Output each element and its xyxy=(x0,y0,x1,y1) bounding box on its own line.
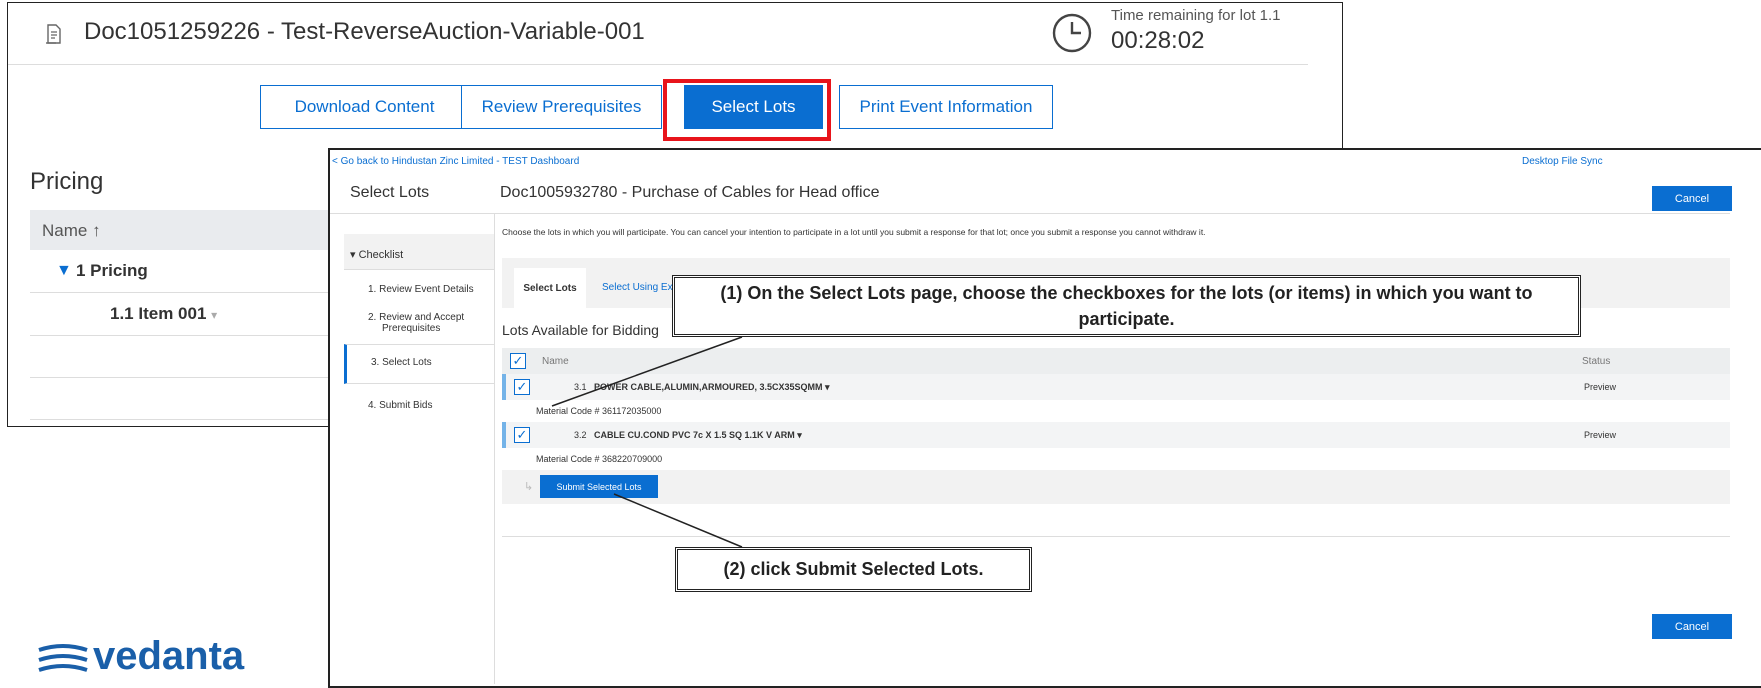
lots-table-header: ✓ Name Status xyxy=(502,348,1730,374)
lot-number: 3.2 xyxy=(574,430,587,440)
table-row xyxy=(30,336,350,378)
table-row[interactable]: ✓ 3.1 POWER CABLE,ALUMIN,ARMOURED, 3.5CX… xyxy=(502,374,1730,400)
cancel-button-top[interactable]: Cancel xyxy=(1652,186,1732,211)
chevron-down-icon[interactable]: ▾ xyxy=(211,308,217,322)
checklist-item-select-lots[interactable]: 3. Select Lots xyxy=(344,344,494,384)
event-title-bar: Doc1051259226 - Test-ReverseAuction-Vari… xyxy=(8,3,1308,65)
back-to-dashboard-link[interactable]: < Go back to Hindustan Zinc Limited - TE… xyxy=(332,156,579,167)
table-row[interactable]: ✓ 3.2 CABLE CU.COND PVC 7c X 1.5 SQ 1.1K… xyxy=(502,422,1730,448)
sidebar-divider xyxy=(494,214,495,684)
table-row xyxy=(30,378,350,420)
logo-mark-icon xyxy=(38,644,88,672)
table-row-pricing[interactable]: ▼ 1 Pricing xyxy=(30,250,350,293)
select-all-checkbox[interactable]: ✓ xyxy=(510,353,526,369)
expand-caret-icon[interactable]: ▼ xyxy=(56,262,72,280)
print-event-information-button[interactable]: Print Event Information xyxy=(839,85,1053,129)
lot-status: Preview xyxy=(1584,382,1617,392)
download-content-button[interactable]: Download Content xyxy=(260,85,469,129)
callout-step-2: (2) click Submit Selected Lots. xyxy=(675,547,1032,592)
vedanta-logo: vedanta xyxy=(35,634,275,679)
document-edit-icon xyxy=(46,24,61,44)
submit-selected-lots-button[interactable]: Submit Selected Lots xyxy=(540,475,658,498)
name-header-label: Name ↑ xyxy=(42,221,101,240)
page-header: Select Lots Doc1005932780 - Purchase of … xyxy=(330,172,1730,214)
divider xyxy=(502,536,1730,537)
checklist-item-submit-bids[interactable]: 4. Submit Bids xyxy=(344,400,494,411)
tab-select-lots[interactable]: Select Lots xyxy=(514,268,586,308)
item-row-label: 1.1 Item 001 xyxy=(110,304,207,323)
instructions-text: Choose the lots in which you will partic… xyxy=(502,227,1206,237)
material-code: Material Code # 361172035000 xyxy=(536,406,662,416)
select-lots-highlight xyxy=(663,79,831,141)
document-title: Doc1005932780 - Purchase of Cables for H… xyxy=(500,184,880,201)
logo-text: vedanta xyxy=(93,634,245,678)
lot-checkbox[interactable]: ✓ xyxy=(514,379,530,395)
checklist-heading[interactable]: ▾ Checklist xyxy=(344,234,494,270)
event-title: Doc1051259226 - Test-ReverseAuction-Vari… xyxy=(84,18,645,45)
name-column-header[interactable]: Name ↑ xyxy=(30,210,350,250)
pricing-row-label: 1 Pricing xyxy=(76,261,148,280)
lot-checkbox[interactable]: ✓ xyxy=(514,427,530,443)
lot-name[interactable]: POWER CABLE,ALUMIN,ARMOURED, 3.5CX35SQMM… xyxy=(594,382,830,393)
time-remaining-value: 00:28:02 xyxy=(1111,27,1205,54)
lot-number: 3.1 xyxy=(574,382,587,392)
indent-arrow-icon: ↳ xyxy=(524,481,534,493)
review-prerequisites-button[interactable]: Review Prerequisites xyxy=(461,85,662,129)
lot-name[interactable]: CABLE CU.COND PVC 7c X 1.5 SQ 1.1K V ARM… xyxy=(594,430,802,441)
page-title: Select Lots xyxy=(350,184,430,201)
clock-icon xyxy=(1052,13,1092,53)
checklist-item-review-prerequisites[interactable]: 2. Review and Accept Prerequisites xyxy=(344,312,494,334)
callout-step-1: (1) On the Select Lots page, choose the … xyxy=(672,275,1581,337)
status-column-header[interactable]: Status xyxy=(1582,356,1610,367)
pricing-heading: Pricing xyxy=(30,168,104,195)
lots-available-heading: Lots Available for Bidding xyxy=(502,322,659,338)
lot-status: Preview xyxy=(1584,430,1617,440)
name-column-header[interactable]: Name xyxy=(542,356,569,367)
time-remaining-label: Time remaining for lot 1.1 xyxy=(1111,7,1281,24)
desktop-file-sync-link[interactable]: Desktop File Sync xyxy=(1522,156,1603,167)
cancel-button-bottom[interactable]: Cancel xyxy=(1652,614,1732,639)
checklist-item-review-event-details[interactable]: 1. Review Event Details xyxy=(344,284,494,295)
submit-bar: ↳ Submit Selected Lots xyxy=(502,470,1730,504)
select-lots-window: < Go back to Hindustan Zinc Limited - TE… xyxy=(328,148,1761,688)
table-row-item[interactable]: 1.1 Item 001 ▾ xyxy=(30,293,350,336)
item-row-text: 1.1 Item 001 ▾ xyxy=(110,304,217,324)
material-code: Material Code # 368220709000 xyxy=(536,454,663,464)
